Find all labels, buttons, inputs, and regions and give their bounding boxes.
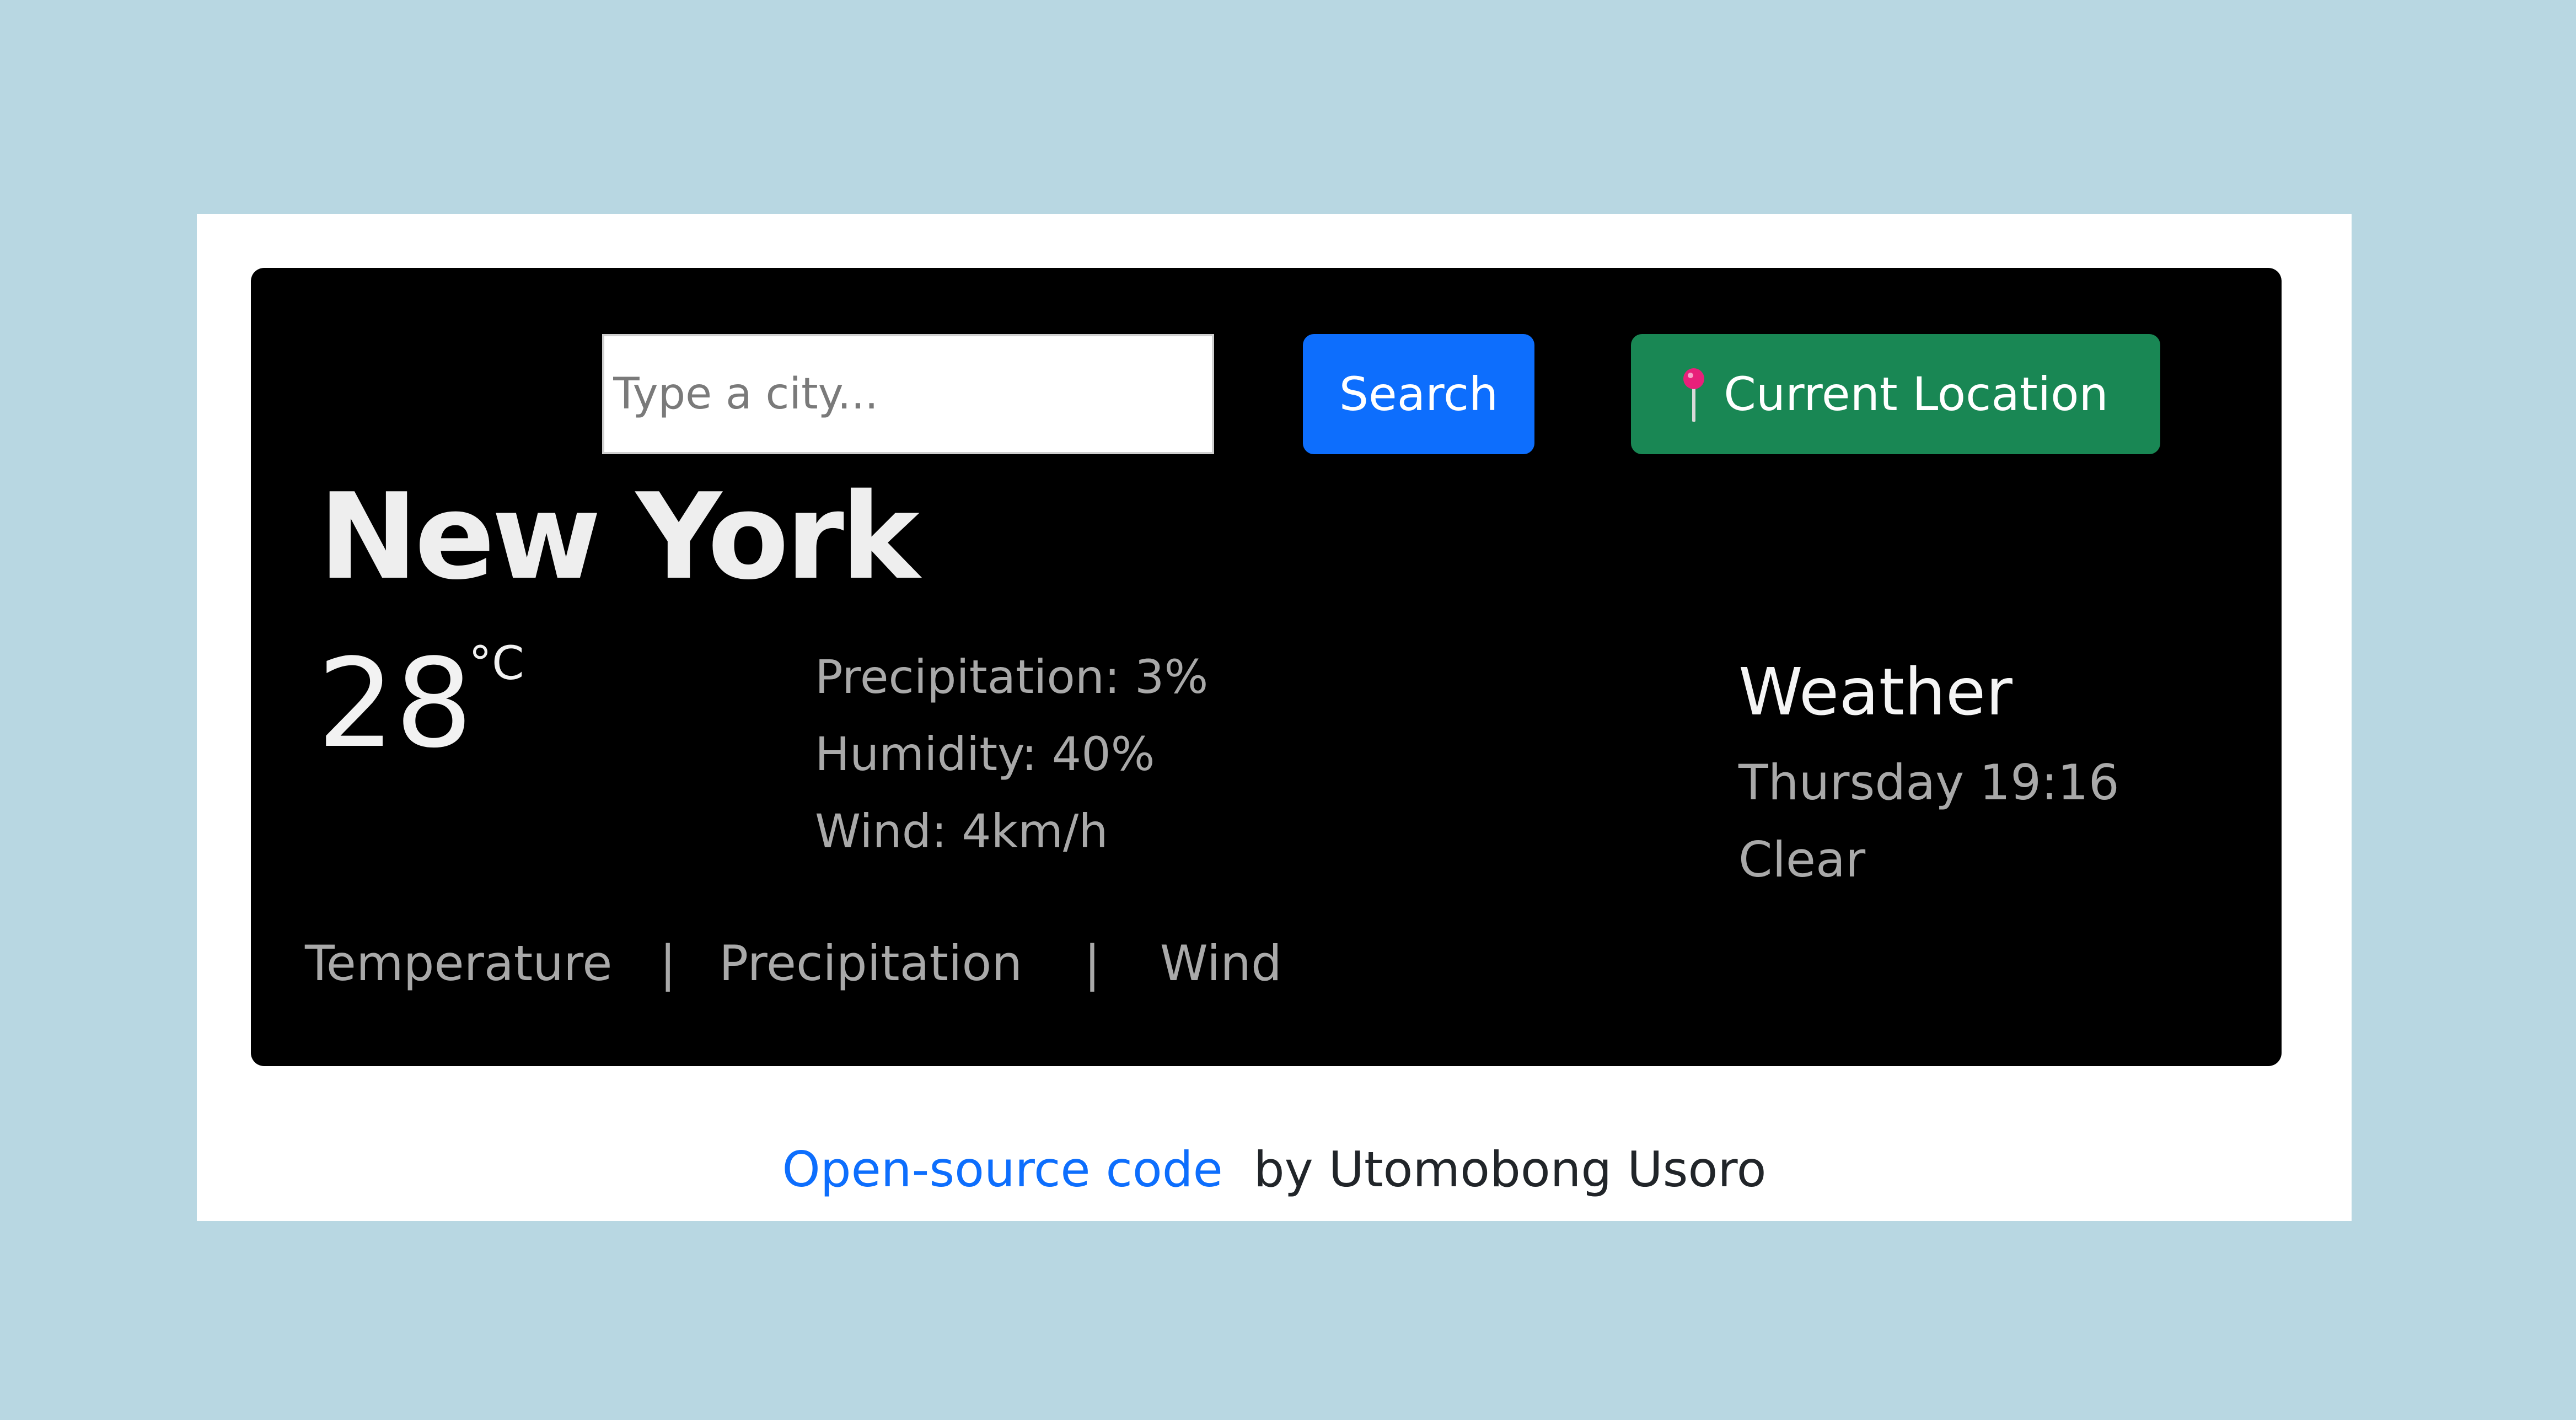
- weather-heading: Weather: [1738, 654, 2012, 730]
- wind-detail: Wind: 4km/h: [815, 804, 1108, 858]
- pushpin-icon: [1683, 367, 1705, 422]
- city-name: New York: [319, 467, 920, 606]
- current-location-label: Current Location: [1724, 367, 2108, 421]
- tab-wind[interactable]: Wind: [1160, 935, 1282, 992]
- forecast-tabs: Temperature | Precipitation | Wind: [305, 939, 1282, 988]
- footer: Open-source code by Utomobong Usoro: [197, 1145, 2352, 1194]
- open-source-link[interactable]: Open-source code: [782, 1141, 1223, 1198]
- weather-card: Search Current Location New York 28 °C P…: [251, 268, 2282, 1066]
- tab-precipitation[interactable]: Precipitation: [719, 935, 1022, 992]
- weather-datetime: Thursday 19:16: [1738, 754, 2119, 811]
- app-container: Search Current Location New York 28 °C P…: [197, 214, 2352, 1221]
- precipitation-detail: Precipitation: 3%: [815, 650, 1209, 704]
- temperature-value: 28: [317, 633, 473, 775]
- temperature-unit: °C: [469, 636, 524, 690]
- tab-separator: |: [659, 935, 677, 992]
- current-location-button[interactable]: Current Location: [1631, 334, 2160, 454]
- weather-condition: Clear: [1738, 831, 1866, 888]
- city-search-input[interactable]: [602, 334, 1214, 454]
- tab-temperature[interactable]: Temperature: [305, 935, 612, 992]
- footer-credit: by Utomobong Usoro: [1253, 1141, 1767, 1198]
- search-button[interactable]: Search: [1303, 334, 1534, 454]
- tab-separator: |: [1084, 935, 1101, 992]
- humidity-detail: Humidity: 40%: [815, 727, 1155, 781]
